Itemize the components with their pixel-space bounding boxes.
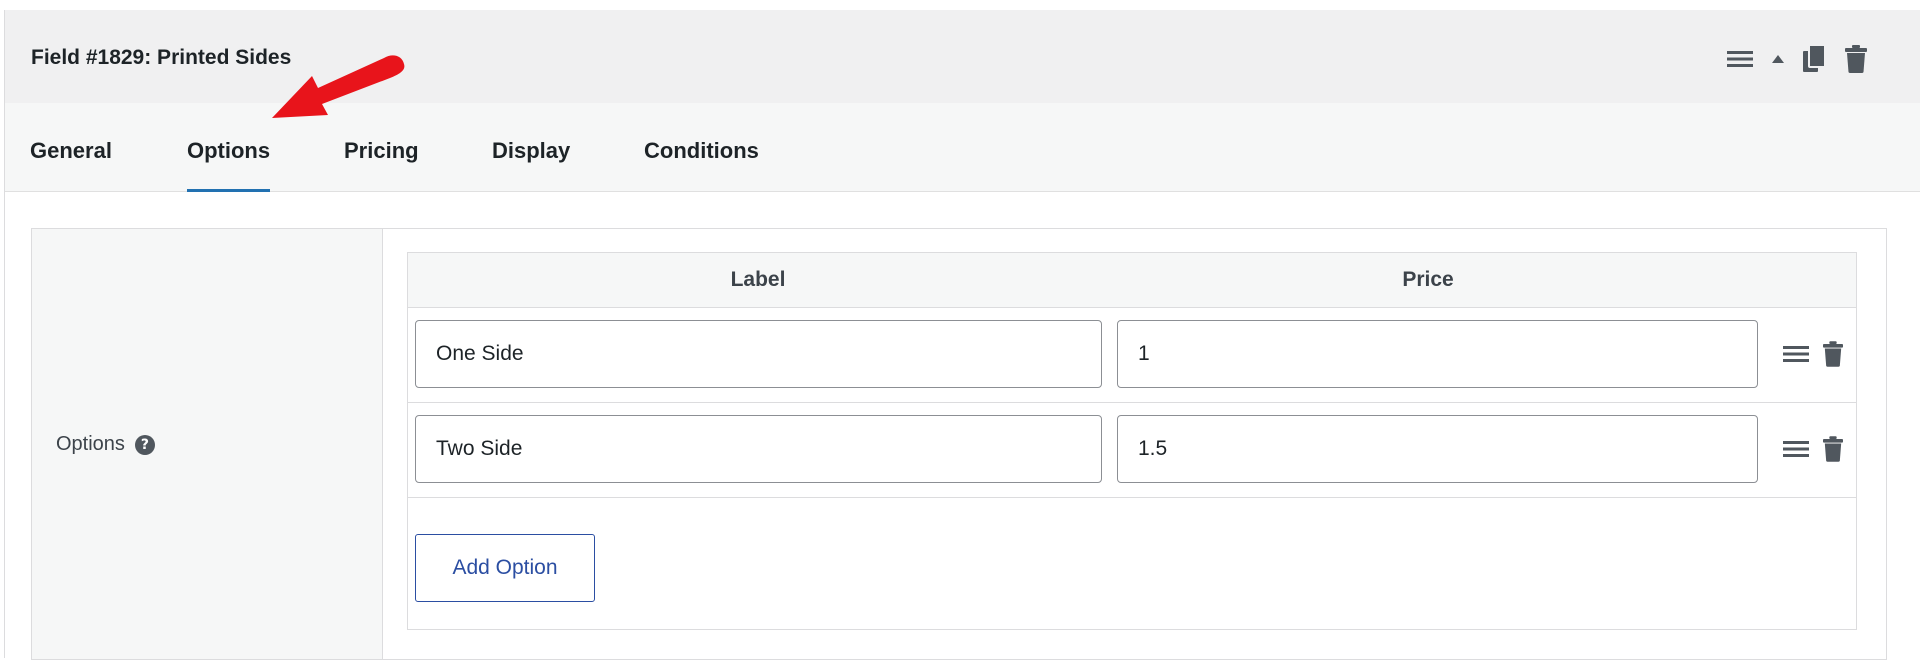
drag-handle-icon[interactable] (1783, 344, 1809, 364)
options-table: Label Price One Side 1 Two Side 1.5 Add … (407, 252, 1857, 630)
option-price-input[interactable] (1117, 415, 1758, 483)
trash-icon[interactable] (1823, 436, 1843, 462)
field-header-actions (1727, 44, 1867, 74)
options-section: Options ? Label Price One Side 1 Two Sid… (31, 228, 1887, 660)
tab-general[interactable]: General (30, 103, 112, 191)
option-label-input[interactable] (415, 415, 1102, 483)
question-circle-icon[interactable]: ? (134, 434, 155, 455)
row-actions (1783, 336, 1843, 372)
triangle-up-icon[interactable] (1771, 53, 1785, 65)
annotation-arrow-icon (272, 55, 405, 118)
trash-icon[interactable] (1845, 45, 1867, 73)
column-header-label: Label (730, 268, 786, 291)
options-table-header: Label Price (408, 253, 1856, 308)
menu-icon[interactable] (1727, 49, 1753, 69)
trash-icon[interactable] (1823, 341, 1843, 367)
options-label-wrap: Options ? (56, 433, 155, 456)
copy-icon[interactable] (1803, 45, 1827, 73)
row-actions (1783, 431, 1843, 467)
field-title: Field #1829: Printed Sides (31, 46, 292, 69)
tab-options[interactable]: Options (187, 103, 271, 192)
table-row (408, 308, 1856, 403)
tab-conditions[interactable]: Conditions (644, 103, 759, 191)
column-header-price: Price (1402, 268, 1454, 291)
tab-display[interactable]: Display (492, 103, 570, 191)
options-side-panel: Options ? (32, 229, 383, 659)
table-row (408, 403, 1856, 498)
option-label-input[interactable] (415, 320, 1102, 388)
add-option-button[interactable]: Add Option (415, 534, 595, 602)
option-price-input[interactable] (1117, 320, 1758, 388)
drag-handle-icon[interactable] (1783, 439, 1809, 459)
options-label: Options (56, 433, 125, 455)
